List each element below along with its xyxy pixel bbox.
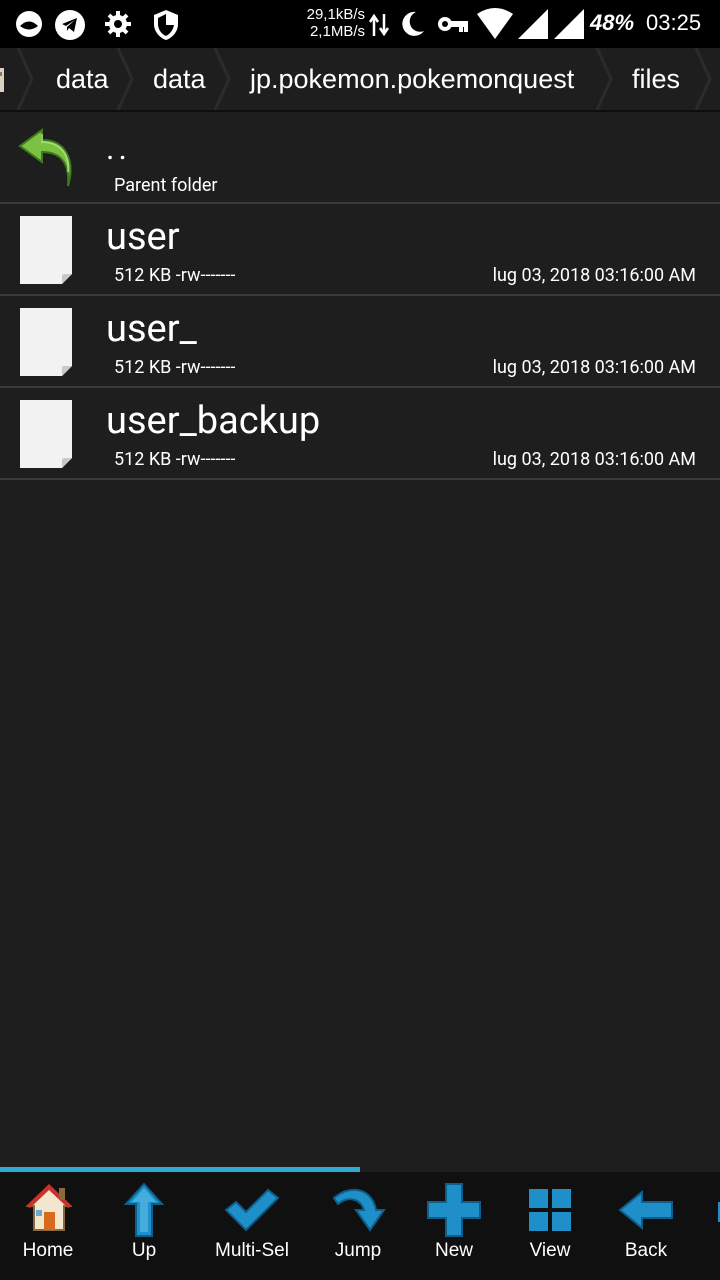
up-arrow-icon [124,1182,164,1237]
file-row[interactable]: user_ 512 KB -rw------- lug 03, 2018 03:… [0,296,720,388]
messenger-icon [16,11,42,37]
signal-icon [518,9,548,39]
overflow-tool-icon [718,1202,720,1222]
file-size-permissions: 512 KB -rw------- [114,265,236,286]
jump-arrow-icon [332,1189,386,1232]
breadcrumb-separator-icon [116,48,134,110]
data-transfer-icon [368,13,390,37]
network-speed: 29,1kB/s 2,1MB/s [295,6,365,40]
upload-speed: 29,1kB/s [306,6,365,23]
file-name: user [106,215,180,259]
checkmark-icon [224,1188,280,1232]
breadcrumb-separator-icon [16,48,34,110]
multi-select-label: Multi-Sel [215,1240,289,1261]
battery-percent: 48% [590,10,635,35]
view-button[interactable]: View [510,1172,590,1280]
new-button[interactable]: New [414,1172,494,1280]
home-label: Home [22,1240,74,1261]
breadcrumb-separator-icon [595,48,613,110]
parent-folder-name: .. [106,129,131,167]
file-size-permissions: 512 KB -rw------- [114,357,236,378]
breadcrumb-item-data-2[interactable]: data [153,48,206,110]
breadcrumb: data data jp.pokemon.pokemonquest files [0,48,720,112]
jump-button[interactable]: Jump [318,1172,398,1280]
vpn-key-icon [438,17,468,32]
file-row[interactable]: user_backup 512 KB -rw------- lug 03, 20… [0,388,720,480]
back-label: Back [624,1240,668,1261]
status-bar: 29,1kB/s 2,1MB/s 48% 03:25 [0,0,720,48]
wifi-icon [477,8,513,39]
jump-label: Jump [334,1240,382,1261]
back-button[interactable]: Back [606,1172,686,1280]
file-name: user_backup [106,399,321,443]
moon-icon [402,11,424,36]
new-label: New [434,1240,473,1261]
breadcrumb-item-package[interactable]: jp.pokemon.pokemonquest [250,48,574,110]
back-arrow-icon [618,1190,673,1230]
up-label: Up [131,1240,157,1261]
file-modified-date: lug 03, 2018 03:16:00 AM [492,265,696,286]
file-size-permissions: 512 KB -rw------- [114,449,236,470]
file-name: user_ [106,307,197,351]
more-toolbar-button[interactable] [712,1172,720,1280]
file-modified-date: lug 03, 2018 03:16:00 AM [492,449,696,470]
plus-icon [427,1183,481,1237]
shield-icon [154,10,178,40]
file-list: .. Parent folder user 512 KB -rw------- … [0,112,720,480]
file-icon [20,216,72,284]
view-label: View [529,1240,571,1261]
grid-view-icon [529,1189,571,1231]
parent-folder-label: Parent folder [114,175,218,196]
file-modified-date: lug 03, 2018 03:16:00 AM [492,357,696,378]
file-icon [20,400,72,468]
download-speed: 2,1MB/s [309,23,365,40]
up-button[interactable]: Up [104,1172,184,1280]
telegram-icon [55,10,85,40]
device-root-icon[interactable] [0,62,10,96]
file-row[interactable]: user 512 KB -rw------- lug 03, 2018 03:1… [0,204,720,296]
breadcrumb-item-files[interactable]: files [632,48,680,110]
file-icon [20,308,72,376]
multi-select-button[interactable]: Multi-Sel [202,1172,302,1280]
breadcrumb-separator-icon [694,48,712,110]
settings-icon [105,11,131,37]
parent-folder-row[interactable]: .. Parent folder [0,112,720,204]
bottom-toolbar: Home Up Multi-Sel Jump New View Back [0,1172,720,1280]
home-icon [25,1184,73,1231]
parent-folder-arrow-icon [18,128,72,187]
clock: 03:25 [646,10,702,35]
breadcrumb-item-data-1[interactable]: data [56,48,109,110]
signal-icon-2 [554,9,584,39]
breadcrumb-separator-icon [213,48,231,110]
home-button[interactable]: Home [8,1172,88,1280]
